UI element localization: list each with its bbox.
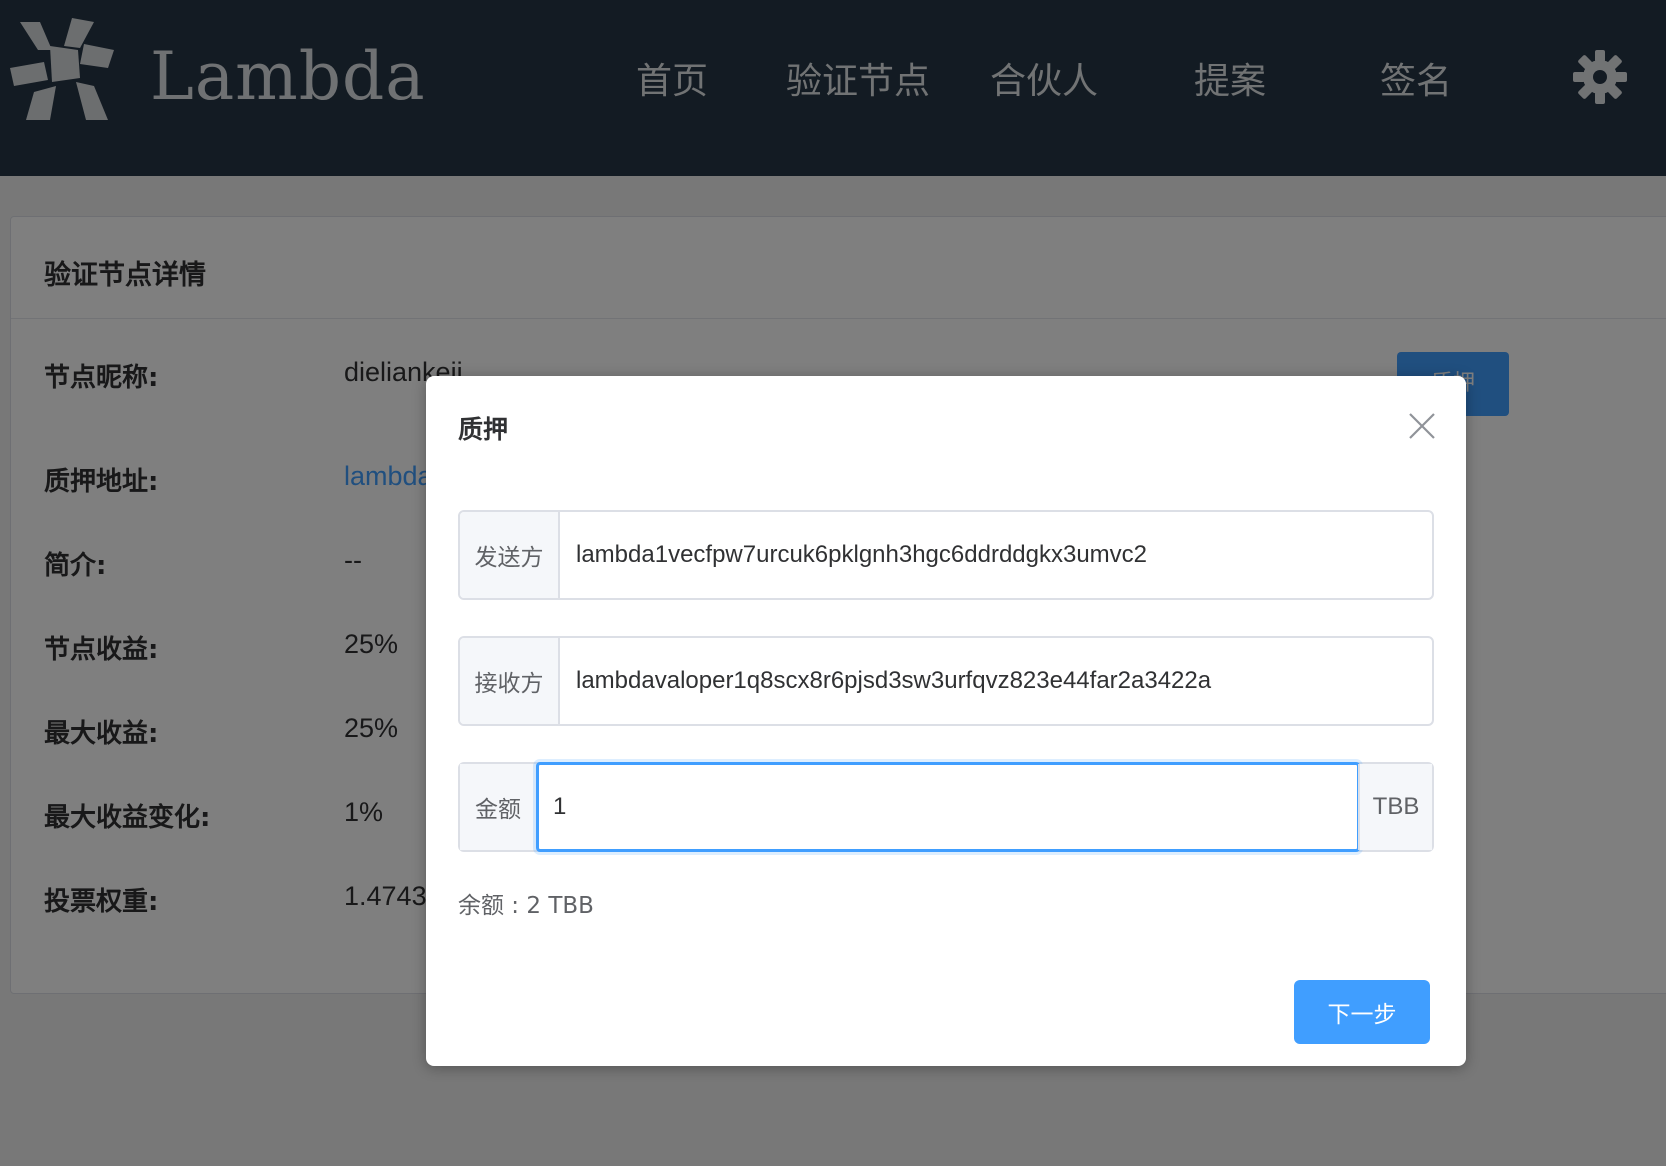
- dialog-title: 质押: [458, 415, 509, 444]
- amount-unit: TBB: [1358, 764, 1432, 850]
- receiver-address: lambdavaloper1q8scx8r6pjsd3sw3urfqvz823e…: [576, 667, 1212, 694]
- close-icon[interactable]: [1406, 410, 1438, 442]
- stake-dialog: 质押 发送方 lambda1vecfpw7urcuk6pklgnh3hgc6dd…: [426, 376, 1466, 1066]
- amount-label: 金额: [460, 764, 536, 850]
- sender-address: lambda1vecfpw7urcuk6pklgnh3hgc6ddrddgkx3…: [576, 541, 1148, 568]
- sender-field: 发送方 lambda1vecfpw7urcuk6pklgnh3hgc6ddrdd…: [458, 510, 1434, 600]
- sender-label: 发送方: [460, 512, 560, 598]
- next-step-button[interactable]: 下一步: [1294, 980, 1430, 1044]
- balance-text: 余额 : 2 TBB: [458, 893, 594, 919]
- amount-field: 金额 TBB: [458, 762, 1434, 852]
- amount-input[interactable]: [536, 762, 1360, 852]
- receiver-label: 接收方: [460, 638, 560, 724]
- receiver-field: 接收方 lambdavaloper1q8scx8r6pjsd3sw3urfqvz…: [458, 636, 1434, 726]
